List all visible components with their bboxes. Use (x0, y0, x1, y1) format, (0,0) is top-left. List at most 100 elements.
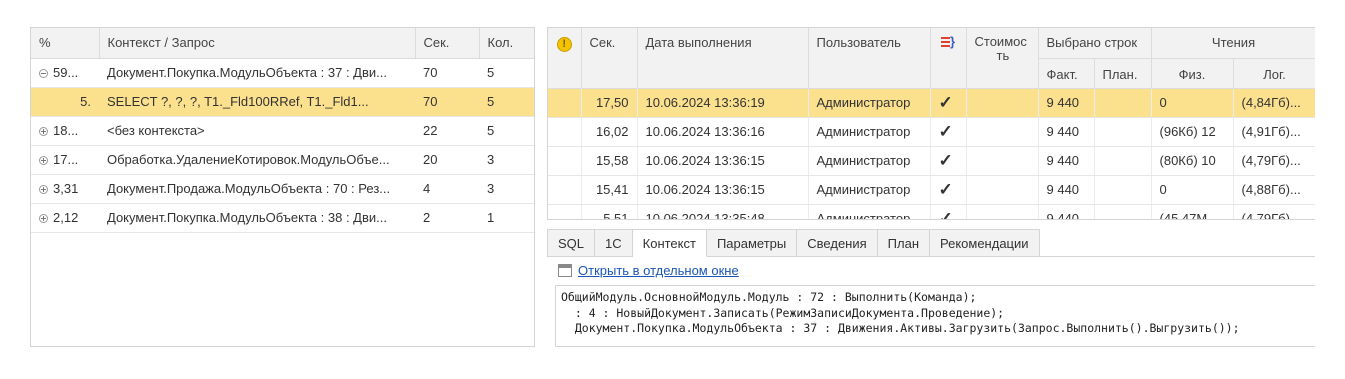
tree-row-seconds: 20 (415, 145, 479, 175)
tree-row-count: 5 (479, 116, 534, 146)
open-window-row: Открыть в отдельном окне (558, 262, 739, 278)
execution-row[interactable]: 16,02 10.06.2024 13:36:16 Администратор … (548, 117, 1315, 147)
execution-date: 10.06.2024 13:35:48 (637, 204, 809, 219)
execution-reads-log: (4,91Гб)... (1233, 117, 1315, 147)
tab-1c[interactable]: 1С (595, 229, 633, 257)
tree-row-context: SELECT ?, ?, ?, T1._Fld100RRef, T1._Fld1… (99, 87, 415, 117)
tree-row[interactable]: 3,31 Документ.Продажа.МодульОбъекта : 70… (31, 174, 534, 204)
column-header-percent[interactable]: % (31, 28, 100, 59)
execution-rows-plan (1094, 88, 1152, 118)
execution-reads-phys: 0 (1151, 88, 1234, 118)
query-plan-icon: } (940, 35, 956, 49)
tree-row-percent-cell: 18... (31, 116, 99, 146)
execution-date: 10.06.2024 13:36:19 (637, 88, 809, 118)
tree-row-count: 5 (479, 87, 534, 117)
execution-seconds: 5,51 (581, 204, 638, 219)
column-header-cost-line2: ть (996, 48, 1010, 63)
column-header-reads-phys[interactable]: Физ. (1151, 58, 1234, 89)
tree-row-percent: 3,31 (53, 181, 79, 196)
column-header-plan[interactable]: } (930, 28, 967, 89)
execution-rows-plan (1094, 146, 1152, 176)
execution-row[interactable]: 15,58 10.06.2024 13:36:15 Администратор … (548, 146, 1315, 176)
execution-date: 10.06.2024 13:36:15 (637, 175, 809, 205)
execution-rows-fact: 9 440 (1038, 146, 1095, 176)
tree-row-selected[interactable]: 5. SELECT ?, ?, ?, T1._Fld100RRef, T1._F… (31, 87, 534, 117)
tree-row[interactable]: 17... Обработка.УдалениеКотировок.Модуль… (31, 145, 534, 175)
expand-icon[interactable] (39, 156, 48, 165)
checkmark-icon: ✓ (930, 146, 967, 176)
checkmark-icon: ✓ (930, 204, 967, 219)
execution-reads-log: (4,79Гб)... (1233, 204, 1315, 219)
tree-row-context: Документ.Продажа.МодульОбъекта : 70 : Ре… (99, 174, 415, 204)
executions-panel: ! Сек. Дата выполнения Пользователь } Ст… (547, 27, 1315, 220)
column-header-reads-log[interactable]: Лог. (1233, 58, 1315, 89)
execution-cost (966, 117, 1039, 147)
execution-rows-fact: 9 440 (1038, 204, 1095, 219)
tree-row[interactable]: 18... <без контекста> 22 5 (31, 116, 534, 146)
execution-reads-log: (4,79Гб)... (1233, 146, 1315, 176)
column-header-date[interactable]: Дата выполнения (637, 28, 809, 89)
execution-rows-fact: 9 440 (1038, 88, 1095, 118)
tab-parameters[interactable]: Параметры (706, 229, 798, 257)
execution-reads-phys: (45,47М... (1151, 204, 1234, 219)
tree-row-context: <без контекста> (99, 116, 415, 146)
tree-row-count: 3 (479, 145, 534, 175)
execution-row[interactable]: 15,41 10.06.2024 13:36:15 Администратор … (548, 175, 1315, 205)
tree-row-seconds: 2 (415, 203, 479, 233)
execution-user: Администратор (808, 204, 931, 219)
execution-reads-log: (4,84Гб)... (1233, 88, 1315, 118)
tree-row-count: 3 (479, 174, 534, 204)
expand-icon[interactable] (39, 185, 48, 194)
execution-date: 10.06.2024 13:36:16 (637, 117, 809, 147)
window-icon[interactable] (558, 263, 572, 277)
tab-context[interactable]: Контекст (632, 229, 707, 257)
details-tabs: SQL 1С Контекст Параметры Сведения План … (547, 229, 1315, 257)
column-header-rows-fact[interactable]: Факт. (1038, 58, 1095, 89)
column-header-user[interactable]: Пользователь (808, 28, 931, 89)
execution-reads-phys: (80Кб) 10 (1151, 146, 1234, 176)
tree-row-count: 1 (479, 203, 534, 233)
execution-rows-plan (1094, 117, 1152, 147)
execution-warning-cell (548, 146, 582, 176)
executions-table: ! Сек. Дата выполнения Пользователь } Ст… (548, 28, 1315, 219)
tree-row-percent-cell: 3,31 (31, 174, 99, 204)
execution-seconds: 17,50 (581, 88, 638, 118)
collapse-icon[interactable] (39, 69, 48, 78)
expand-icon[interactable] (39, 214, 48, 223)
tab-details[interactable]: Сведения (797, 229, 878, 257)
column-header-seconds[interactable]: Сек. (581, 28, 638, 89)
column-header-cost[interactable]: Стоимос ть (966, 28, 1039, 89)
tree-row[interactable]: 59... Документ.Покупка.МодульОбъекта : 3… (31, 58, 534, 88)
column-header-reads[interactable]: Чтения (1151, 28, 1315, 59)
execution-date: 10.06.2024 13:36:15 (637, 146, 809, 176)
column-header-warning[interactable]: ! (548, 28, 582, 89)
column-header-seconds[interactable]: Сек. (415, 28, 480, 59)
context-tree-table: % Контекст / Запрос Сек. Кол. 59... Доку… (31, 28, 534, 233)
execution-rows-plan (1094, 204, 1152, 219)
tab-plan[interactable]: План (877, 229, 930, 257)
tree-row[interactable]: 2,12 Документ.Покупка.МодульОбъекта : 38… (31, 203, 534, 233)
execution-row-selected[interactable]: 17,50 10.06.2024 13:36:19 Администратор … (548, 88, 1315, 118)
tab-recommendations[interactable]: Рекомендации (930, 229, 1040, 257)
context-text-area[interactable]: ОбщийМодуль.ОсновнойМодуль.Модуль : 72 :… (555, 285, 1315, 347)
tree-row-percent-cell: 17... (31, 145, 99, 175)
context-line: Документ.Покупка.МодульОбъекта : 37 : Дв… (561, 321, 1240, 335)
tree-row-percent-cell: 5. (31, 87, 99, 117)
execution-seconds: 16,02 (581, 117, 638, 147)
tree-row-seconds: 22 (415, 116, 479, 146)
column-header-rows-selected[interactable]: Выбрано строк (1038, 28, 1152, 59)
tab-sql[interactable]: SQL (547, 229, 596, 257)
execution-rows-plan (1094, 175, 1152, 205)
column-header-rows-plan[interactable]: План. (1094, 58, 1152, 89)
open-in-window-link[interactable]: Открыть в отдельном окне (578, 263, 739, 278)
column-header-count[interactable]: Кол. (479, 28, 534, 59)
execution-cost (966, 175, 1039, 205)
tree-row-seconds: 70 (415, 58, 479, 88)
tree-row-seconds: 70 (415, 87, 479, 117)
expand-icon[interactable] (39, 127, 48, 136)
column-header-context[interactable]: Контекст / Запрос (99, 28, 416, 59)
execution-warning-cell (548, 175, 582, 205)
context-line: ОбщийМодуль.ОсновнойМодуль.Модуль : 72 :… (561, 290, 977, 304)
execution-warning-cell (548, 88, 582, 118)
execution-row[interactable]: 5,51 10.06.2024 13:35:48 Администратор ✓… (548, 204, 1315, 219)
